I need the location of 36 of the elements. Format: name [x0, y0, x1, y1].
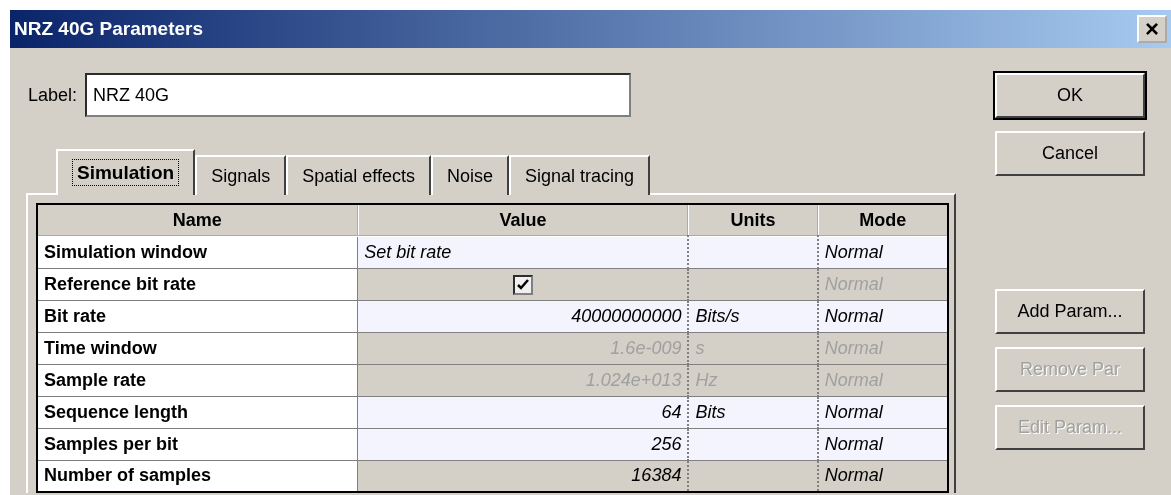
dialog-button[interactable]: Add Param...: [995, 289, 1145, 334]
dialog-button[interactable]: Cancel: [995, 131, 1145, 176]
dialog-button[interactable]: OK: [995, 73, 1145, 118]
table-cell: Normal: [817, 300, 948, 332]
table-cell: Reference bit rate: [37, 268, 358, 300]
close-button[interactable]: ×: [1137, 15, 1167, 43]
table-cell: Bits/s: [688, 300, 818, 332]
table-cell: Time window: [37, 332, 358, 364]
table-cell: Sequence length: [37, 396, 358, 428]
column-header: Name: [37, 204, 358, 236]
table-cell: Bits: [688, 396, 818, 428]
table-cell: Bit rate: [37, 300, 358, 332]
tab[interactable]: Signals: [195, 155, 287, 195]
table-cell: Normal: [817, 396, 948, 428]
label-field[interactable]: NRZ 40G: [85, 73, 632, 117]
table-cell: 256: [357, 428, 689, 460]
table-cell: 16384: [357, 460, 689, 492]
tab[interactable]: Spatial effects: [286, 155, 431, 195]
field-label: Label:: [28, 83, 78, 107]
table-cell: Simulation window: [37, 236, 358, 268]
column-header: Mode: [817, 204, 948, 236]
table-cell: 40000000000: [357, 300, 689, 332]
tab[interactable]: Noise: [430, 155, 509, 195]
table-cell: Sample rate: [37, 364, 358, 396]
column-header: Value: [357, 204, 689, 236]
table-cell: Samples per bit: [37, 428, 358, 460]
table-cell: Normal: [817, 460, 948, 492]
table-cell: Normal: [817, 236, 948, 268]
table-cell: Number of samples: [37, 460, 358, 492]
table-cell: Normal: [817, 428, 948, 460]
tab[interactable]: Signal tracing: [508, 155, 651, 195]
window-title: NRZ 40G Parameters: [14, 16, 204, 41]
column-header: Units: [688, 204, 818, 236]
table-cell: Set bit rate: [357, 236, 689, 268]
table-cell: 64: [357, 396, 689, 428]
tab[interactable]: Simulation: [56, 149, 196, 195]
